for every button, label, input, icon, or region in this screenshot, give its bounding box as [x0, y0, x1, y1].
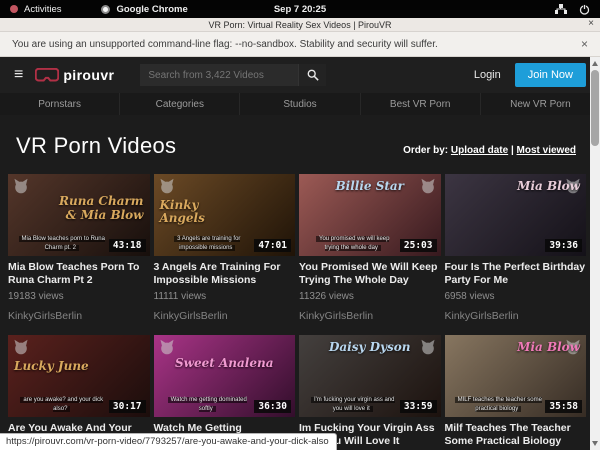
- thumbnail-caption: MILF teaches the teacher some practical …: [455, 396, 543, 413]
- search-input[interactable]: [140, 64, 298, 86]
- duration-badge: 39:36: [545, 239, 582, 252]
- thumbnail-overlay-title: Mia Blow: [517, 180, 580, 193]
- duration-badge: 35:58: [545, 400, 582, 413]
- studio-cat-mask-icon: [12, 178, 30, 194]
- browser-scrollbar[interactable]: [590, 57, 600, 450]
- video-card[interactable]: Mia Blow MILF teaches the teacher some p…: [445, 335, 587, 450]
- studio-cat-mask-icon: [158, 178, 176, 194]
- thumbnail-caption: You promised we will keep trying the who…: [309, 235, 397, 252]
- search-icon: [307, 69, 319, 81]
- duration-badge: 30:17: [109, 400, 146, 413]
- order-upload-date-link[interactable]: Upload date: [451, 145, 508, 156]
- video-views: 11326 views: [299, 291, 441, 302]
- video-studio-link[interactable]: KinkyGirlsBerlin: [445, 310, 587, 322]
- thumbnail-overlay-title: Runa Charm & Mia Blow: [56, 195, 144, 221]
- search-bar: [140, 64, 326, 86]
- video-card[interactable]: Billie Star You promised we will keep tr…: [299, 174, 441, 322]
- video-views: 6958 views: [445, 291, 587, 302]
- logo-text: pirouvr: [63, 67, 114, 83]
- video-title-link[interactable]: Mia Blow Teaches Porn To Runa Charm Pt 2: [8, 261, 150, 286]
- browser-tab-bar: VR Porn: Virtual Reality Sex Videos | Pi…: [0, 18, 600, 32]
- warning-message: You are using an unsupported command-lin…: [12, 39, 438, 50]
- video-card[interactable]: Mia Blow 39:36 Four Is The Perfect Birth…: [445, 174, 587, 322]
- page-heading-row: VR Porn Videos Order by: Upload date | M…: [0, 115, 600, 174]
- order-by: Order by: Upload date | Most viewed: [403, 145, 576, 156]
- thumbnail-caption: Watch me getting dominated softly: [164, 396, 252, 413]
- thumbnail-overlay-title: Daisy Dyson: [299, 341, 441, 354]
- scrollbar-thumb[interactable]: [591, 70, 599, 146]
- video-thumbnail[interactable]: Sweet Analena Watch me getting dominated…: [154, 335, 296, 417]
- nav-studios[interactable]: Studios: [239, 93, 359, 115]
- login-link[interactable]: Login: [474, 69, 501, 81]
- video-title-link[interactable]: You Promised We Will Keep Trying The Who…: [299, 261, 441, 286]
- main-nav: Pornstars Categories Studios Best VR Por…: [0, 93, 600, 115]
- video-card[interactable]: Kinky Angels 3 Angels are training for i…: [154, 174, 296, 322]
- order-separator: |: [511, 145, 514, 156]
- video-thumbnail[interactable]: Runa Charm & Mia Blow Mia Blow teaches p…: [8, 174, 150, 256]
- studio-cat-mask-icon: [12, 339, 30, 355]
- system-top-bar: Activities Google Chrome Sep 7 20:25: [0, 0, 600, 18]
- duration-badge: 47:01: [254, 239, 291, 252]
- thumbnail-overlay-title: Sweet Analena: [154, 357, 296, 370]
- video-thumbnail[interactable]: Daisy Dyson I'm fucking your virgin ass …: [299, 335, 441, 417]
- video-thumbnail[interactable]: Kinky Angels 3 Angels are training for i…: [154, 174, 296, 256]
- video-card[interactable]: Runa Charm & Mia Blow Mia Blow teaches p…: [8, 174, 150, 322]
- link-status-bar: https://pirouvr.com/vr-porn-video/779325…: [0, 433, 337, 450]
- thumbnail-caption: 3 Angels are training for impossible mis…: [164, 235, 252, 252]
- video-title-link[interactable]: 3 Angels Are Training For Impossible Mis…: [154, 261, 296, 286]
- clock[interactable]: Sep 7 20:25: [0, 4, 600, 15]
- video-title-link[interactable]: Four Is The Perfect Birthday Party For M…: [445, 261, 587, 286]
- video-thumbnail[interactable]: Mia Blow 39:36: [445, 174, 587, 256]
- nav-new-vr-porn[interactable]: New VR Porn: [480, 93, 600, 115]
- thumbnail-caption: Mia Blow teaches porn to Runa Charm pt. …: [18, 235, 106, 252]
- video-thumbnail[interactable]: Lucky June are you awake? and your dick …: [8, 335, 150, 417]
- duration-badge: 33:59: [400, 400, 437, 413]
- site-header: ≡ pirouvr Login Join Now: [0, 57, 600, 93]
- join-now-button[interactable]: Join Now: [515, 63, 586, 87]
- sandbox-warning-bar: You are using an unsupported command-lin…: [0, 32, 600, 57]
- video-thumbnail[interactable]: Billie Star You promised we will keep tr…: [299, 174, 441, 256]
- thumbnail-overlay-title: Lucky June: [14, 360, 89, 373]
- thumbnail-overlay-title: Billie Star: [299, 180, 441, 193]
- nav-best-vr-porn[interactable]: Best VR Porn: [360, 93, 480, 115]
- menu-hamburger-icon[interactable]: ≡: [14, 67, 23, 83]
- scrollbar-up-arrow-icon[interactable]: [592, 61, 598, 66]
- video-studio-link[interactable]: KinkyGirlsBerlin: [299, 310, 441, 322]
- thumbnail-overlay-title: Kinky Angels: [160, 199, 242, 225]
- duration-badge: 43:18: [109, 239, 146, 252]
- warning-close-icon[interactable]: ×: [581, 37, 588, 51]
- duration-badge: 25:03: [400, 239, 437, 252]
- thumbnail-overlay-title: Mia Blow: [517, 341, 580, 354]
- video-thumbnail[interactable]: Mia Blow MILF teaches the teacher some p…: [445, 335, 587, 417]
- tab-title[interactable]: VR Porn: Virtual Reality Sex Videos | Pi…: [208, 20, 391, 30]
- vr-goggles-icon: [35, 68, 59, 83]
- video-title-link[interactable]: Milf Teaches The Teacher Some Practical …: [445, 422, 587, 447]
- video-studio-link[interactable]: KinkyGirlsBerlin: [154, 310, 296, 322]
- page-title: VR Porn Videos: [16, 133, 176, 159]
- thumbnail-caption: I'm fucking your virgin ass and you will…: [309, 396, 397, 413]
- video-grid: Runa Charm & Mia Blow Mia Blow teaches p…: [0, 174, 600, 450]
- scrollbar-down-arrow-icon[interactable]: [592, 441, 598, 446]
- thumbnail-caption: are you awake? and your dick also?: [18, 396, 106, 413]
- tab-close-icon[interactable]: ×: [588, 18, 594, 29]
- video-views: 19183 views: [8, 291, 150, 302]
- search-button[interactable]: [298, 64, 326, 86]
- order-most-viewed-link[interactable]: Most viewed: [517, 145, 576, 156]
- nav-pornstars[interactable]: Pornstars: [0, 93, 119, 115]
- duration-badge: 36:30: [254, 400, 291, 413]
- nav-categories[interactable]: Categories: [119, 93, 239, 115]
- order-by-label: Order by:: [403, 145, 448, 156]
- studio-cat-mask-icon: [158, 339, 176, 355]
- video-views: 11111 views: [154, 291, 296, 302]
- video-studio-link[interactable]: KinkyGirlsBerlin: [8, 310, 150, 322]
- site-logo[interactable]: pirouvr: [35, 67, 114, 83]
